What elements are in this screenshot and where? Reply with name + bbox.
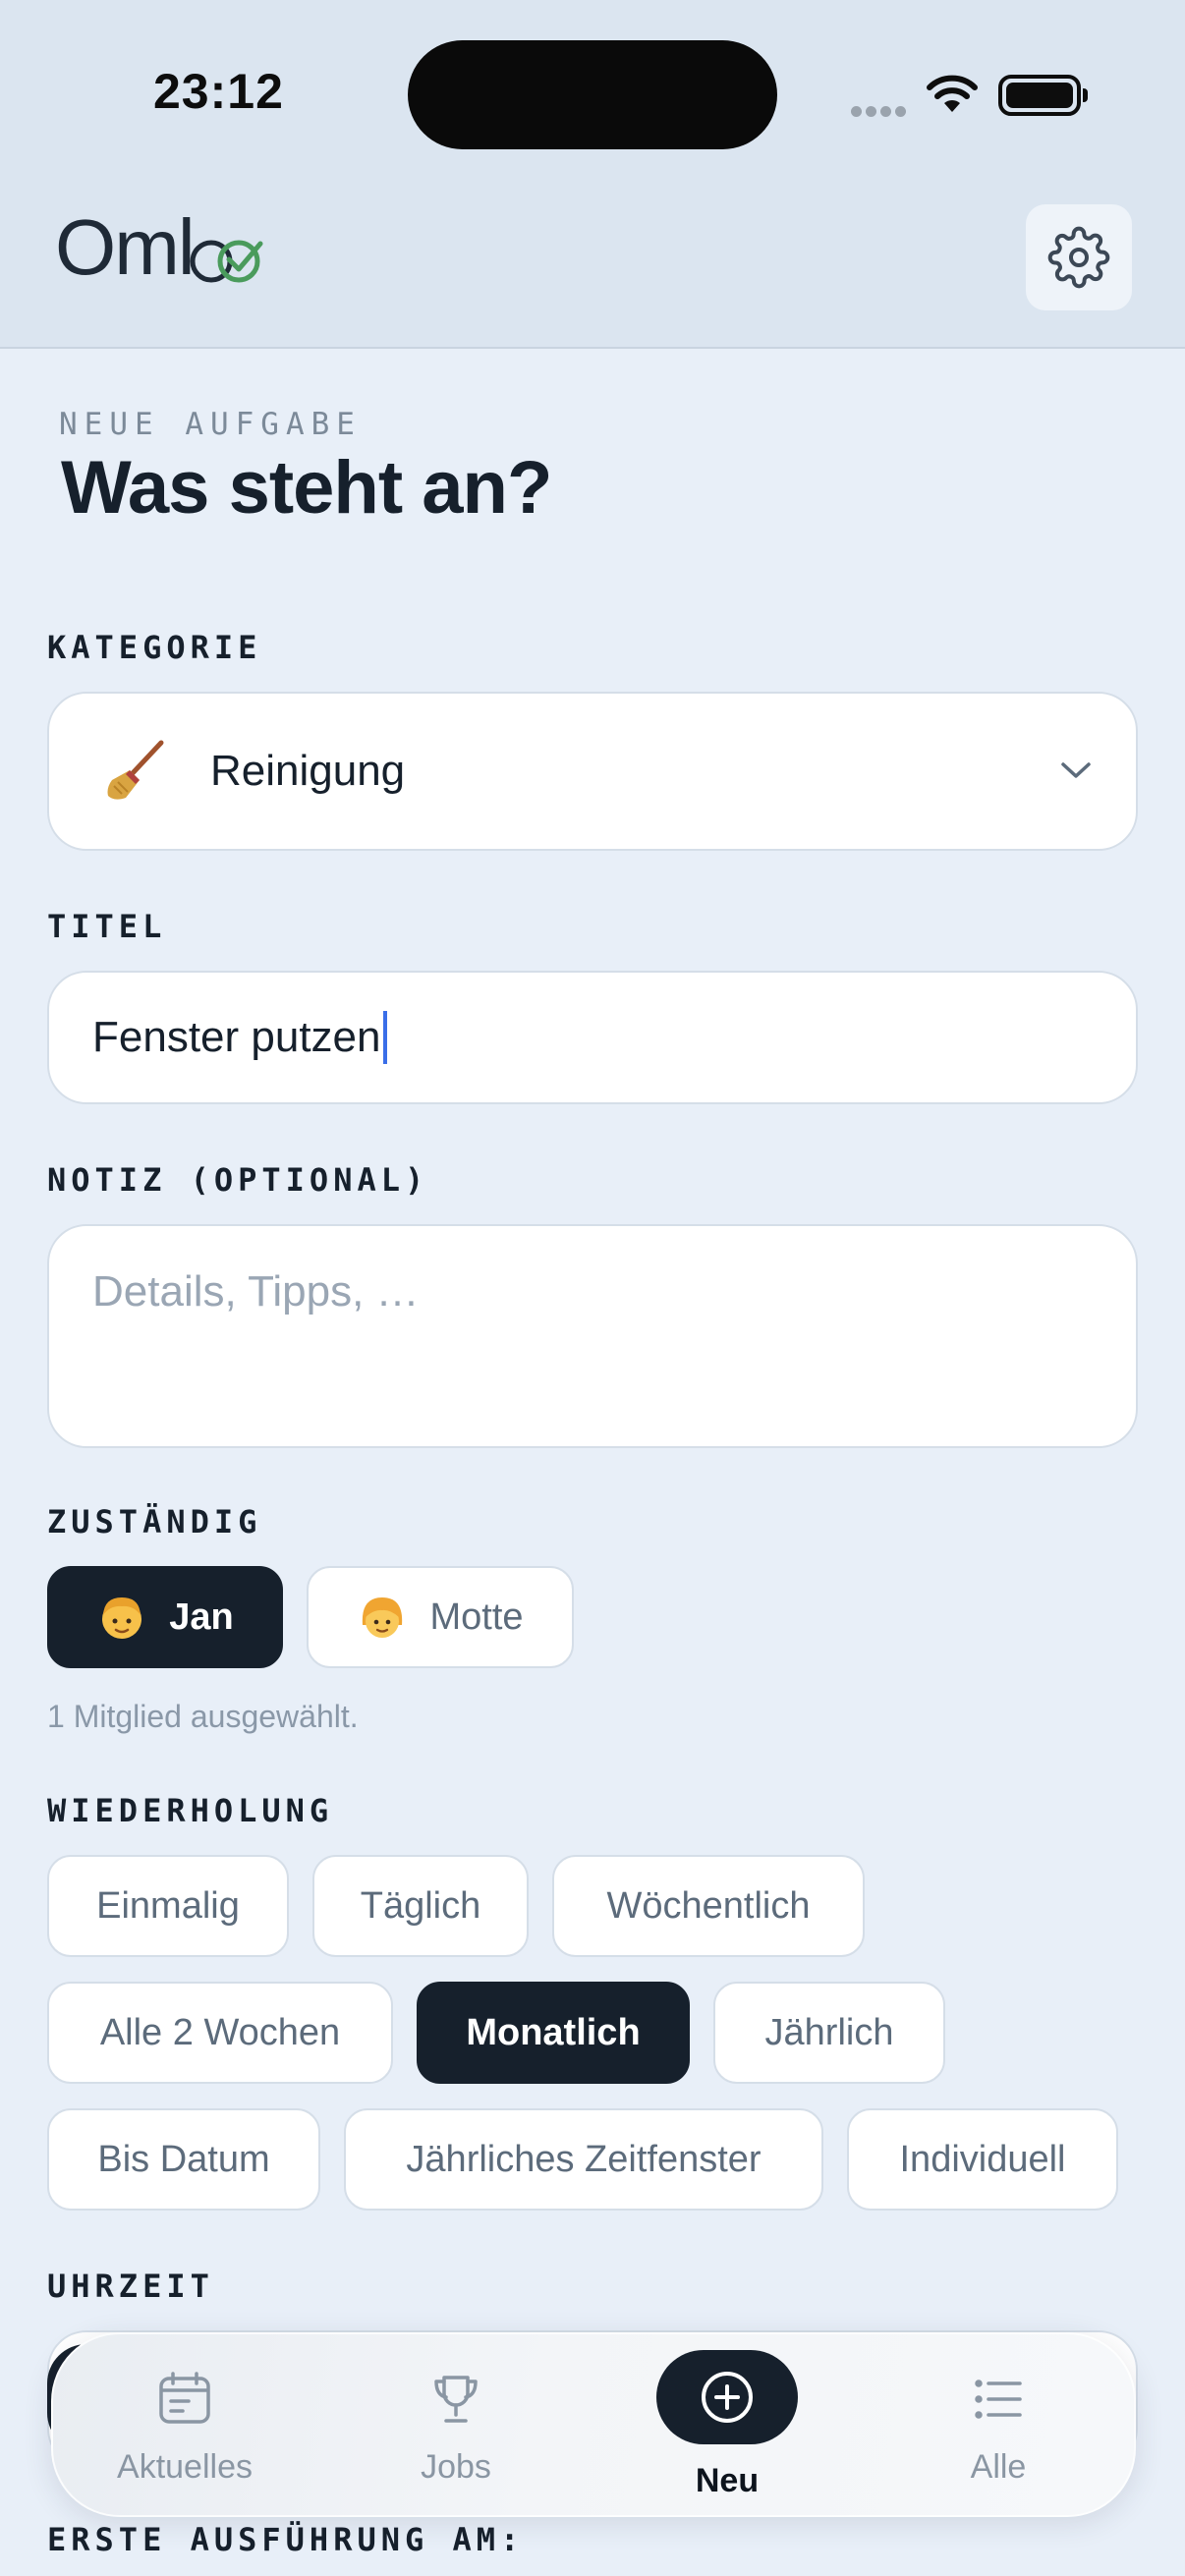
repeat-option-einmalig[interactable]: Einmalig	[47, 1855, 289, 1957]
repeat-label: WIEDERHOLUNG	[47, 1792, 334, 1829]
battery-icon	[998, 75, 1088, 116]
chevron-down-icon	[1061, 762, 1091, 778]
repeat-option-woechentlich[interactable]: Wöchentlich	[552, 1855, 865, 1957]
wifi-icon	[927, 75, 978, 112]
note-label: NOTIZ (OPTIONAL)	[47, 1161, 429, 1199]
category-label: KATEGORIE	[47, 629, 262, 666]
boy-emoji-icon	[102, 1597, 142, 1639]
tab-label: Neu	[695, 2462, 760, 2499]
broom-icon	[107, 740, 164, 800]
assignee-name: Jan	[169, 1596, 234, 1638]
list-icon	[975, 2380, 1022, 2419]
logo-check-mark	[190, 240, 263, 283]
page-title: Was steht an?	[61, 446, 552, 530]
assignee-name: Motte	[429, 1596, 524, 1638]
page-kicker: NEUE AUFGABE	[59, 407, 362, 442]
settings-button[interactable]	[1026, 204, 1132, 310]
tab-aktuelles[interactable]: Aktuelles	[77, 2334, 293, 2519]
tab-label: Alle	[970, 2448, 1027, 2486]
dynamic-island	[408, 40, 777, 149]
plus-circle-icon	[702, 2372, 753, 2423]
trophy-icon	[434, 2376, 478, 2423]
bottom-tab-bar: Aktuelles Jobs Neu Alle	[51, 2332, 1136, 2517]
repeat-option-jaehrliches-zeitfenster[interactable]: Jährliches Zeitfenster	[344, 2108, 823, 2211]
girl-emoji-icon	[363, 1597, 403, 1638]
note-placeholder: Details, Tipps, …	[92, 1267, 420, 1316]
category-select[interactable]: Reinigung	[47, 692, 1138, 851]
repeat-option-alle-2-wochen[interactable]: Alle 2 Wochen	[47, 1982, 393, 2084]
repeat-option-taeglich[interactable]: Täglich	[312, 1855, 529, 1957]
gear-icon	[1047, 226, 1110, 289]
assignee-chip-jan[interactable]: Jan	[47, 1566, 283, 1668]
app-logo: Oml	[55, 208, 266, 287]
title-input-value: Fenster putzen	[92, 1013, 381, 1061]
logo-text: Oml	[55, 203, 196, 291]
category-value: Reinigung	[210, 747, 406, 795]
title-input[interactable]: Fenster putzen	[47, 971, 1138, 1104]
tab-neu-pill	[656, 2350, 798, 2444]
tab-jobs[interactable]: Jobs	[348, 2334, 564, 2519]
assignee-hint: 1 Mitglied ausgewählt.	[47, 1699, 359, 1734]
title-label: TITEL	[47, 908, 167, 945]
signal-icon	[851, 104, 910, 122]
text-cursor	[382, 1011, 387, 1064]
repeat-option-individuell[interactable]: Individuell	[847, 2108, 1118, 2211]
tab-label: Aktuelles	[117, 2448, 253, 2486]
assignee-label: ZUSTÄNDIG	[47, 1503, 262, 1540]
tab-label: Jobs	[421, 2448, 491, 2486]
note-textarea[interactable]: Details, Tipps, …	[47, 1224, 1138, 1448]
tab-alle[interactable]: Alle	[890, 2334, 1106, 2519]
assignee-chip-motte[interactable]: Motte	[307, 1566, 574, 1668]
repeat-option-bis-datum[interactable]: Bis Datum	[47, 2108, 320, 2211]
calendar-icon	[159, 2372, 210, 2424]
repeat-option-monatlich[interactable]: Monatlich	[417, 1982, 690, 2084]
first-run-label: ERSTE AUSFÜHRUNG AM:	[47, 2521, 525, 2558]
repeat-option-jaehrlich[interactable]: Jährlich	[713, 1982, 945, 2084]
tab-neu[interactable]: Neu	[619, 2334, 835, 2519]
status-time: 23:12	[153, 64, 284, 119]
time-label: UHRZEIT	[47, 2268, 214, 2305]
